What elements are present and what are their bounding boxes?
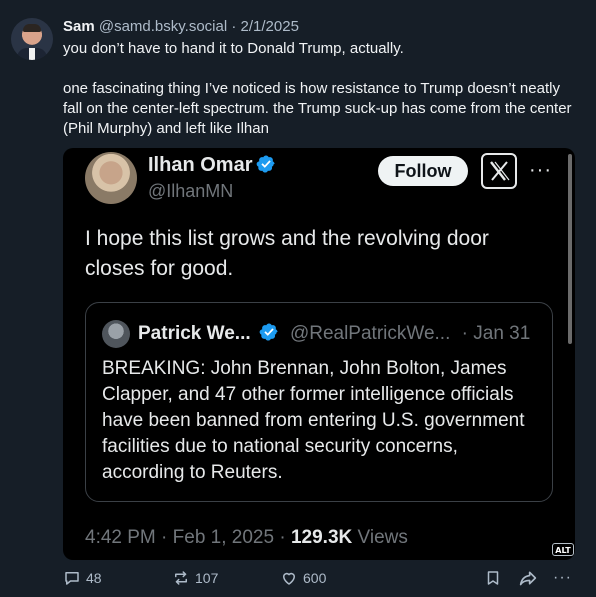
bookmark-button[interactable] — [484, 568, 502, 588]
views-label: Views — [352, 527, 408, 548]
reply-button[interactable]: 48 — [63, 568, 102, 588]
quoted-header: Patrick We... @RealPatrickWe... · Jan 31 — [138, 321, 530, 347]
verified-icon — [259, 323, 278, 341]
tweet-author-row: Ilhan Omar — [148, 152, 276, 178]
repost-icon — [175, 571, 187, 585]
repost-button[interactable]: 107 — [172, 568, 218, 588]
header-separator: · — [231, 18, 237, 35]
like-count: 600 — [303, 570, 327, 586]
repost-count: 107 — [195, 570, 219, 586]
alt-badge[interactable]: ALT — [552, 543, 574, 556]
quoted-author-handle[interactable]: @RealPatrickWe... — [290, 323, 450, 344]
meta-separator: · — [155, 527, 173, 548]
tweet-text: I hope this list grows and the revolving… — [85, 227, 489, 280]
quoted-time[interactable]: · Jan 31 — [462, 323, 531, 344]
post: Sam @samd.bsky.social · 2/1/2025 you don… — [0, 0, 596, 597]
like-button[interactable]: 600 — [280, 568, 326, 588]
quoted-author-avatar[interactable] — [102, 320, 130, 348]
quoted-author-name[interactable]: Patrick We... — [138, 323, 251, 344]
follow-button[interactable]: Follow — [378, 156, 468, 186]
reply-icon — [65, 572, 79, 585]
x-logo-icon[interactable] — [481, 153, 517, 189]
post-header: Sam @samd.bsky.social · 2/1/2025 — [63, 17, 299, 37]
tweet-more-icon[interactable]: ··· — [529, 160, 553, 180]
author-avatar[interactable] — [11, 18, 53, 60]
post-actions: 48 107 600 ··· — [63, 568, 583, 588]
tweet-author-handle[interactable]: @IlhanMN — [148, 180, 233, 202]
post-paragraph: one fascinating thing I’ve noticed is ho… — [63, 80, 572, 137]
post-text: you don’t have to hand it to Donald Trum… — [63, 39, 573, 139]
views-count: 129.3K — [290, 527, 353, 548]
post-paragraph: you don’t have to hand it to Donald Trum… — [63, 40, 404, 57]
share-button[interactable] — [518, 568, 538, 588]
reply-count: 48 — [86, 570, 102, 586]
avatar-hair — [23, 24, 41, 32]
tweet-author-avatar[interactable] — [85, 152, 137, 204]
tweet-author-name[interactable]: Ilhan Omar — [148, 154, 252, 176]
quoted-tweet[interactable]: Patrick We... @RealPatrickWe... · Jan 31… — [85, 302, 553, 502]
avatar-shirt — [29, 48, 35, 60]
post-date[interactable]: 2/1/2025 — [241, 18, 299, 35]
tweet-time[interactable]: 4:42 PM — [85, 527, 156, 548]
author-handle[interactable]: @samd.bsky.social — [99, 18, 227, 35]
x-logo-glyph — [490, 161, 510, 181]
share-icon — [519, 571, 537, 586]
tweet-meta: 4:42 PM · Feb 1, 2025 · 129.3K Views — [85, 526, 408, 550]
more-icon[interactable]: ··· — [553, 568, 572, 588]
bookmark-icon — [487, 571, 499, 585]
verified-icon — [257, 155, 276, 173]
meta-separator: · — [274, 527, 291, 548]
author-name[interactable]: Sam — [63, 18, 95, 35]
like-icon — [283, 572, 295, 585]
tweet-date[interactable]: Feb 1, 2025 — [173, 527, 274, 548]
quoted-text: BREAKING: John Brennan, John Bolton, Jam… — [102, 358, 525, 483]
embedded-tweet[interactable]: Ilhan Omar @IlhanMN Follow ··· I hope th… — [63, 148, 575, 560]
embed-scrollbar[interactable] — [568, 154, 572, 344]
